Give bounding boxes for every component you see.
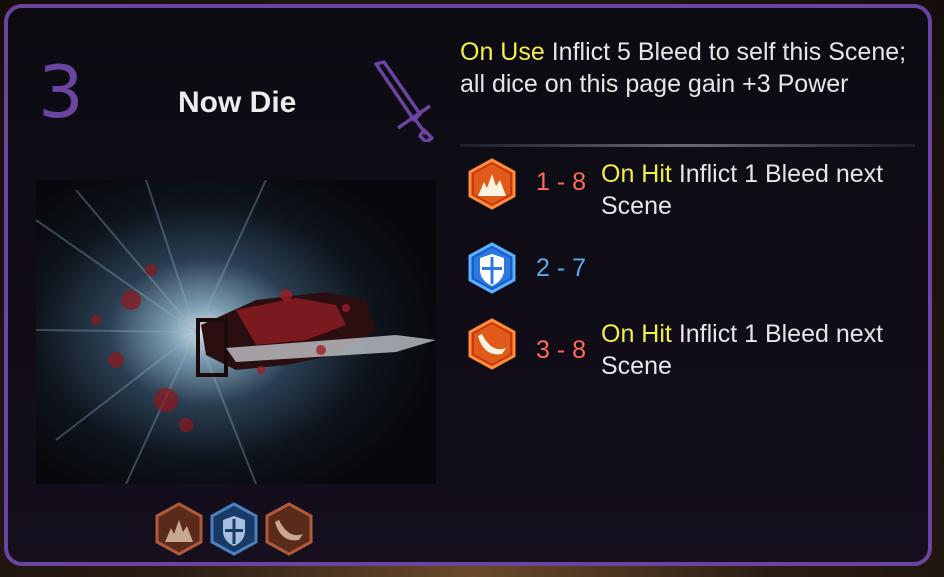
light-cost: 3 [38, 50, 84, 134]
block-die-icon [210, 502, 258, 556]
combat-page-card[interactable]: 3 Now Die On Use Inflict 5 Bleed to self… [4, 4, 932, 566]
pierce-die-icon [155, 502, 203, 556]
slash-die-icon [468, 318, 516, 370]
block-die-icon [468, 242, 516, 294]
die-range: 3 - 8 [536, 336, 587, 364]
die-range: 1 - 8 [536, 168, 587, 196]
dice-summary [154, 502, 314, 558]
on-use-keyword: On Use [460, 38, 545, 66]
on-use-effect: On Use Inflict 5 Bleed to self this Scen… [460, 36, 920, 100]
divider [460, 144, 915, 147]
die-row-2[interactable]: 2 - 7 [466, 242, 926, 298]
die-row-1[interactable]: 1 - 8 On Hit Inflict 1 Bleed next Scene [466, 158, 926, 222]
on-hit-keyword: On Hit [601, 320, 672, 348]
on-hit-keyword: On Hit [601, 160, 672, 188]
page-title: Now Die [178, 86, 297, 119]
slash-die-icon [265, 502, 313, 556]
page-artwork [36, 180, 436, 484]
pierce-die-icon [468, 158, 516, 210]
die-range: 2 - 7 [536, 254, 587, 282]
die-effect: On Hit Inflict 1 Bleed next Scene [601, 318, 921, 382]
sword-icon [374, 60, 434, 142]
die-row-3[interactable]: 3 - 8 On Hit Inflict 1 Bleed next Scene [466, 318, 926, 382]
die-effect: On Hit Inflict 1 Bleed next Scene [601, 158, 921, 222]
